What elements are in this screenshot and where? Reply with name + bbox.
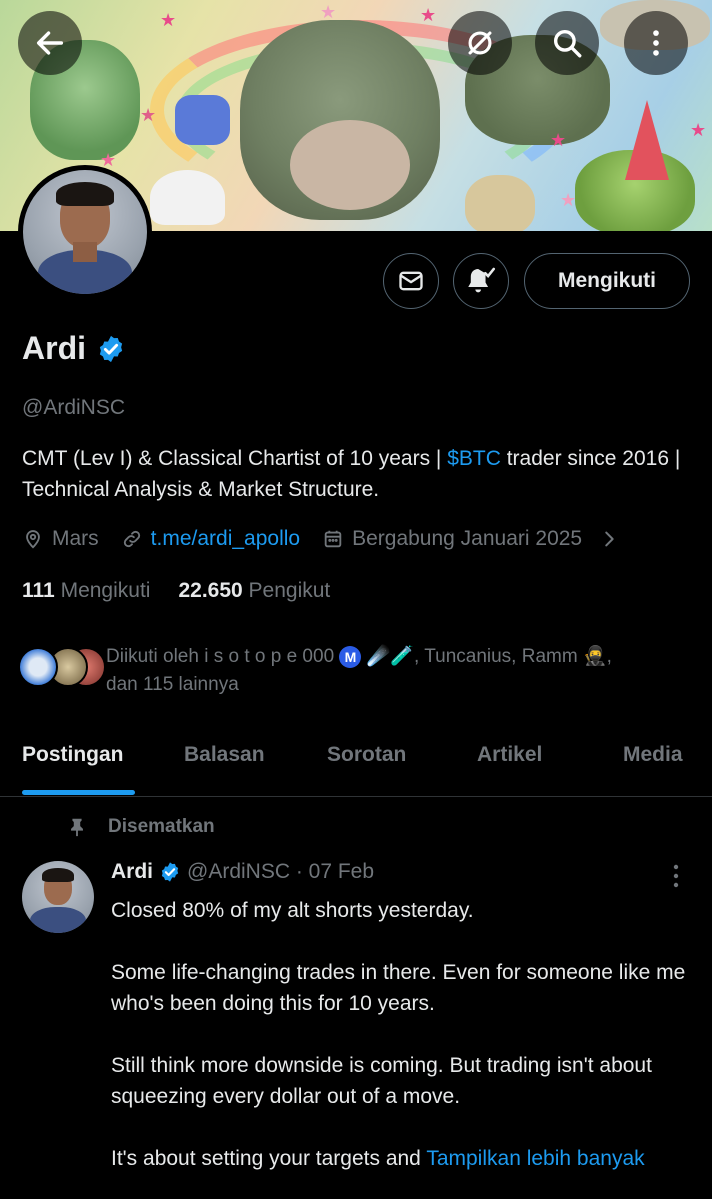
grok-button[interactable]: [448, 11, 512, 75]
post-paragraph: Some life-changing trades in there. Even…: [111, 961, 686, 1015]
followed-by-others: dan 115 lainnya: [106, 674, 239, 695]
more-vertical-icon: [653, 30, 659, 56]
post-header: Ardi @ArdiNSC · 07 Feb: [111, 860, 374, 884]
tab-posts[interactable]: Postingan: [22, 743, 124, 767]
following-count-link[interactable]: 111 Mengikuti: [22, 579, 150, 603]
post-text: Closed 80% of my alt shorts yesterday. S…: [111, 895, 701, 1199]
joined-text: Bergabung Januari 2025: [352, 527, 583, 550]
location-text: Mars: [52, 527, 99, 550]
tab-highlights[interactable]: Sorotan: [327, 743, 406, 767]
location-icon: [26, 530, 40, 549]
envelope-icon: [399, 271, 423, 291]
post-paragraph: Still think more downside is coming. But…: [111, 1054, 652, 1108]
message-button[interactable]: [383, 253, 439, 309]
search-button[interactable]: [535, 11, 599, 75]
link-icon: [123, 530, 140, 548]
back-button[interactable]: [18, 11, 82, 75]
tab-replies[interactable]: Balasan: [184, 743, 265, 767]
cashtag-link[interactable]: $BTC: [447, 447, 501, 470]
chevron-right-icon[interactable]: [598, 528, 620, 550]
following-button[interactable]: Mengikuti: [524, 253, 690, 309]
post-paragraph-text: It's about setting your targets and: [111, 1147, 427, 1170]
profile-avatar[interactable]: [18, 165, 152, 299]
follow-counts: 111 Mengikuti 22.650 Pengikut: [22, 579, 330, 603]
profile-bio: CMT (Lev I) & Classical Chartist of 10 y…: [22, 443, 702, 505]
follower-avatars: [18, 643, 106, 689]
pinned-label: Disematkan: [108, 816, 215, 837]
following-label: Mengikuti: [60, 579, 151, 602]
search-icon: [553, 29, 582, 58]
post-paragraph-last: It's about setting your targets and Tamp…: [111, 1143, 701, 1174]
website-link[interactable]: t.me/ardi_apollo: [151, 527, 300, 551]
profile-meta: Mars t.me/ardi_apollo Bergabung Januari …: [22, 527, 620, 551]
post-meta: @ArdiNSC · 07 Feb: [187, 860, 375, 883]
profile-tabs: Postingan Balasan Sorotan Artikel Media: [0, 725, 712, 797]
show-more-link[interactable]: Tampilkan lebih banyak: [426, 1147, 644, 1170]
followed-by-prefix: Diikuti oleh i s o t o p e 000: [106, 646, 340, 667]
active-tab-indicator: [22, 790, 135, 795]
following-count: 111: [22, 579, 55, 602]
pinned-label-row: Disematkan: [66, 815, 215, 839]
followers-count-link[interactable]: 22.650 Pengikut: [178, 579, 330, 603]
followers-count: 22.650: [178, 579, 243, 602]
tab-articles[interactable]: Artikel: [477, 743, 542, 767]
profile-name-row: Ardi: [22, 330, 126, 367]
post-author-avatar[interactable]: [22, 861, 94, 933]
post-more-icon[interactable]: [664, 862, 688, 890]
grok-icon: [468, 31, 492, 55]
tab-media[interactable]: Media: [623, 743, 683, 767]
post-author-name[interactable]: Ardi: [111, 860, 153, 884]
avatar-image: [23, 170, 147, 294]
arrow-left-icon: [36, 31, 64, 55]
followed-by-emoji: ☄️🧪: [361, 646, 415, 667]
m-badge: M: [339, 645, 362, 668]
calendar-icon: [324, 530, 342, 548]
bio-text: CMT (Lev I) & Classical Chartist of 10 y…: [22, 447, 448, 470]
pin-icon: [71, 818, 83, 837]
more-options-button[interactable]: [624, 11, 688, 75]
verified-badge-icon: [99, 335, 123, 362]
notifications-button[interactable]: [453, 253, 509, 309]
followers-label: Pengikut: [248, 579, 331, 602]
verified-badge-icon: [161, 862, 179, 882]
followed-by[interactable]: Diikuti oleh i s o t o p e 000 M ☄️🧪, Tu…: [18, 643, 686, 699]
profile-name: Ardi: [22, 330, 86, 366]
profile-handle: @ArdiNSC: [22, 396, 126, 419]
avatar: [18, 647, 58, 687]
bell-check-icon: [468, 267, 496, 293]
post-paragraph: Closed 80% of my alt shorts yesterday.: [111, 899, 474, 922]
followed-by-suffix: , Tuncanius, Ramm 🥷,: [414, 646, 612, 667]
followed-by-text: Diikuti oleh i s o t o p e 000 M ☄️🧪, Tu…: [106, 643, 686, 699]
